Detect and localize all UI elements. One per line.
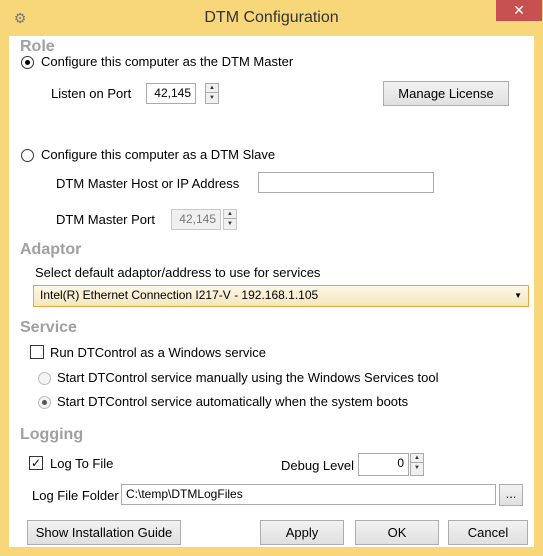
master-port-spinner[interactable]: ▲ ▼ [223, 209, 237, 230]
log-to-file-label: Log To File [50, 456, 114, 471]
cancel-button[interactable]: Cancel [448, 520, 528, 545]
master-host-input[interactable] [258, 172, 434, 193]
spin-down-icon[interactable]: ▼ [411, 464, 423, 473]
manual-start-radio[interactable] [38, 372, 51, 385]
listen-port-input[interactable]: 42,145 [146, 83, 196, 104]
window-title: DTM Configuration [204, 9, 339, 26]
close-button[interactable]: ✕ [496, 0, 542, 21]
debug-level-spinner[interactable]: ▲ ▼ [410, 453, 424, 476]
listen-port-label: Listen on Port [51, 86, 132, 101]
slave-radio[interactable] [21, 149, 34, 162]
dtm-configuration-window: ⚙ DTM Configuration ✕ Role Configure thi… [0, 0, 543, 556]
adaptor-section-title: Adaptor [20, 241, 82, 258]
log-folder-input[interactable]: C:\temp\DTMLogFiles [121, 484, 496, 505]
chevron-down-icon[interactable]: ▼ [514, 288, 522, 304]
master-port-label: DTM Master Port [56, 212, 155, 227]
title-bar[interactable]: ⚙ DTM Configuration ✕ [0, 0, 543, 36]
show-installation-guide-button[interactable]: Show Installation Guide [27, 520, 181, 545]
manage-license-button[interactable]: Manage License [383, 81, 509, 106]
service-section-title: Service [20, 319, 77, 336]
spin-down-icon[interactable]: ▼ [206, 94, 218, 103]
log-folder-label: Log File Folder [32, 488, 119, 503]
spin-up-icon[interactable]: ▲ [411, 454, 423, 463]
spin-up-icon[interactable]: ▲ [206, 84, 218, 93]
ok-button[interactable]: OK [355, 520, 439, 545]
master-radio[interactable] [21, 56, 34, 69]
log-to-file-checkbox[interactable]: ✓ [29, 456, 43, 470]
dialog-client-area: Role Configure this computer as the DTM … [9, 36, 534, 547]
adaptor-selected-value: Intel(R) Ethernet Connection I217-V - 19… [40, 288, 319, 302]
manual-start-label: Start DTControl service manually using t… [57, 370, 439, 385]
apply-button[interactable]: Apply [260, 520, 344, 545]
debug-level-label: Debug Level [281, 458, 354, 473]
browse-button[interactable]: ... [499, 484, 523, 506]
adaptor-dropdown[interactable]: Intel(R) Ethernet Connection I217-V - 19… [33, 285, 529, 307]
listen-port-spinner[interactable]: ▲ ▼ [205, 83, 219, 104]
spin-down-icon[interactable]: ▼ [224, 220, 236, 229]
auto-start-radio[interactable] [38, 396, 51, 409]
master-radio-label: Configure this computer as the DTM Maste… [41, 54, 294, 69]
spin-up-icon[interactable]: ▲ [224, 210, 236, 219]
logging-section-title: Logging [20, 426, 84, 443]
slave-radio-label: Configure this computer as a DTM Slave [41, 147, 276, 162]
master-host-label: DTM Master Host or IP Address [56, 176, 240, 191]
run-as-service-checkbox[interactable] [30, 345, 44, 359]
debug-level-input[interactable]: 0 [358, 453, 409, 476]
auto-start-label: Start DTControl service automatically wh… [57, 394, 409, 409]
run-as-service-label: Run DTControl as a Windows service [50, 345, 267, 360]
adaptor-select-label: Select default adaptor/address to use fo… [35, 265, 321, 280]
master-port-input[interactable]: 42,145 [171, 209, 221, 230]
